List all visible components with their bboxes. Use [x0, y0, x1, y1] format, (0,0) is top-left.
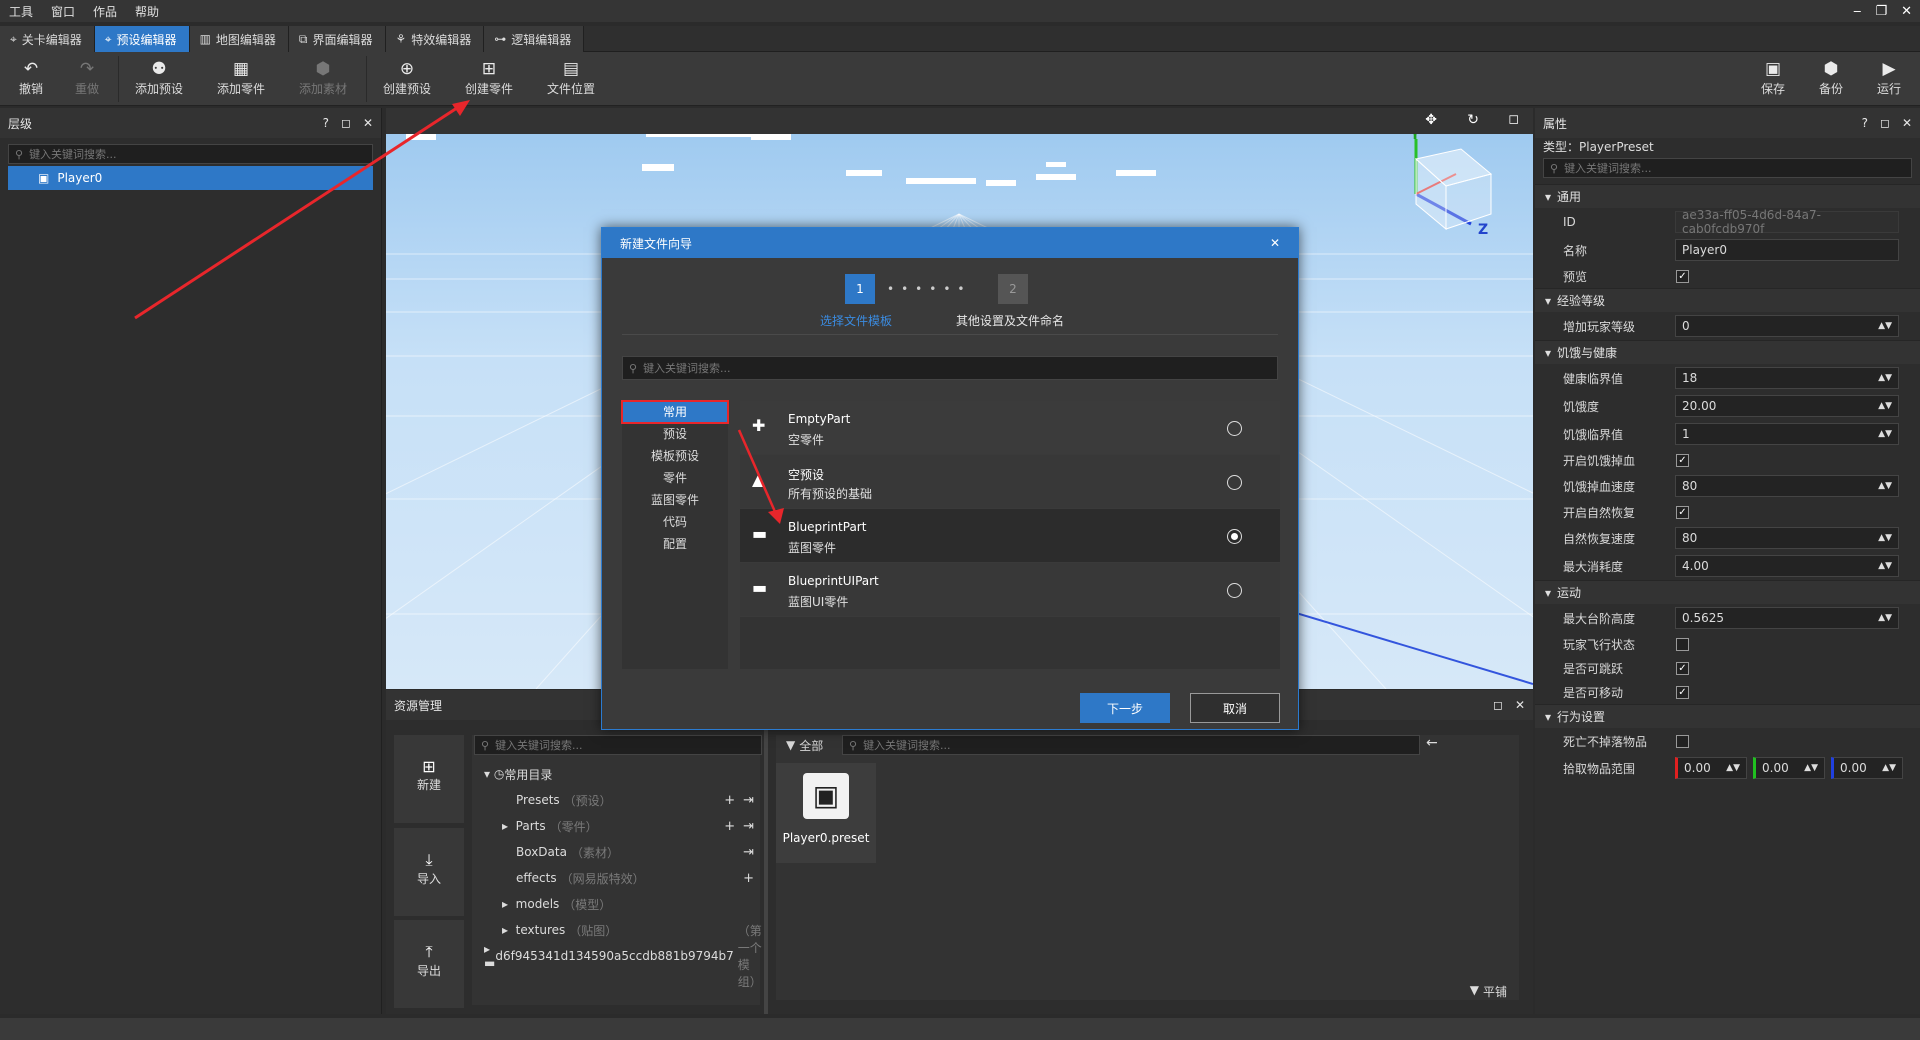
- annotation-arrows: [134, 100, 784, 524]
- status-bar: [0, 1018, 1920, 1040]
- annotation-arrow-line: [134, 104, 461, 320]
- annotation-arrowhead: [452, 100, 470, 116]
- annotation-arrow-line: [737, 429, 778, 515]
- annotation-arrowhead: [768, 508, 784, 524]
